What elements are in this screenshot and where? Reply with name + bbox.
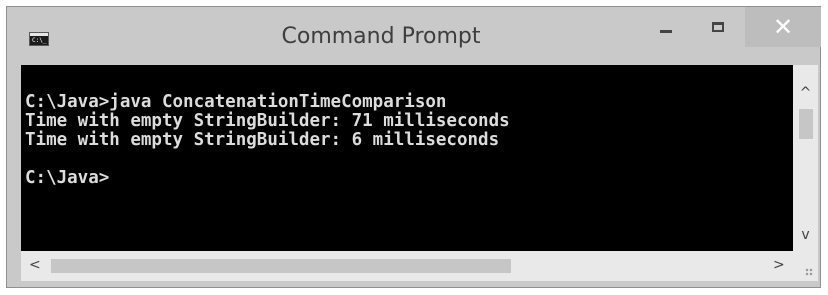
console-output[interactable]: C:\Java>java ConcatenationTimeComparison… [21, 65, 793, 251]
title-bar[interactable]: C:\_ Command Prompt ✕ [7, 7, 821, 65]
scroll-right-icon[interactable]: > [773, 257, 785, 273]
horizontal-scrollbar[interactable]: < > [21, 251, 793, 281]
scroll-down-icon[interactable]: v [793, 227, 818, 243]
command-prompt-window: C:\_ Command Prompt ✕ C:\Java>java Conca… [6, 6, 821, 288]
close-button[interactable]: ✕ [745, 7, 821, 47]
resize-grip-icon[interactable] [793, 251, 818, 281]
horizontal-scroll-thumb[interactable] [51, 259, 511, 273]
maximize-button[interactable] [695, 7, 741, 47]
minimize-icon [660, 29, 672, 33]
close-icon: ✕ [772, 13, 794, 41]
vertical-scroll-thumb[interactable] [799, 109, 813, 139]
console-prompt: C:\Java> [25, 168, 110, 188]
console-line: Time with empty StringBuilder: 71 millis… [25, 111, 510, 131]
scroll-left-icon[interactable]: < [29, 257, 41, 273]
console-line: C:\Java>java ConcatenationTimeComparison [25, 92, 447, 112]
vertical-scrollbar[interactable]: ^ v [793, 65, 818, 251]
scroll-up-icon[interactable]: ^ [793, 85, 818, 101]
minimize-button[interactable] [643, 7, 689, 47]
maximize-icon [712, 22, 724, 32]
console-line: Time with empty StringBuilder: 6 millise… [25, 130, 500, 150]
